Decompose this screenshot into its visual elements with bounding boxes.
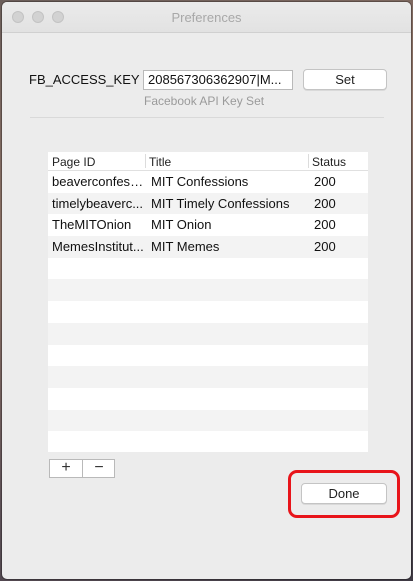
cell-title: MIT Confessions xyxy=(151,174,249,189)
cell-status: 200 xyxy=(314,174,336,189)
table-row[interactable] xyxy=(48,366,368,388)
table-row[interactable]: timelybeaverc... MIT Timely Confessions 20… xyxy=(48,192,368,215)
title-bar: Preferences xyxy=(2,2,411,33)
cell-page-id: TheMITOnion xyxy=(52,217,132,233)
cell-title: MIT Memes xyxy=(151,239,220,255)
set-button[interactable]: Set xyxy=(303,69,387,90)
cell-page-id: beaverconfess... xyxy=(52,174,144,189)
table-row[interactable] xyxy=(48,301,368,323)
table-row[interactable] xyxy=(48,322,368,345)
table-row[interactable] xyxy=(48,344,368,367)
cell-page-id: MemesInstitut... xyxy=(52,239,144,255)
cell-status: 200 xyxy=(314,195,336,211)
api-key-status: Facebook API Key Set xyxy=(144,94,265,108)
column-header-status[interactable]: Status xyxy=(312,155,346,169)
remove-row-button[interactable]: − xyxy=(83,460,115,477)
column-header-title[interactable]: Title xyxy=(149,155,171,169)
cell-page-id: timelybeaverc... xyxy=(52,195,144,211)
table-body: beaverconfess... MIT Confessions 200 timely… xyxy=(48,171,368,452)
pages-table[interactable]: Page ID Title Status beaverconfess... MIT… xyxy=(48,152,368,452)
column-separator xyxy=(145,154,146,168)
add-row-button[interactable]: + xyxy=(50,460,83,477)
table-row[interactable]: MemesInstitut... MIT Memes 200 xyxy=(48,236,368,258)
table-row[interactable] xyxy=(48,279,368,302)
divider xyxy=(30,117,384,118)
table-row[interactable] xyxy=(48,431,368,452)
add-remove-control: + − xyxy=(49,459,115,478)
access-key-field[interactable]: 208567306362907|M... xyxy=(143,70,293,90)
table-row[interactable] xyxy=(48,409,368,432)
column-separator xyxy=(308,154,309,168)
table-row[interactable]: TheMITOnion MIT Onion 200 xyxy=(48,214,368,237)
cell-status: 200 xyxy=(314,239,336,255)
table-header: Page ID Title Status xyxy=(48,152,368,171)
cell-title: MIT Onion xyxy=(151,217,212,233)
cell-status: 200 xyxy=(314,217,336,233)
access-key-label: FB_ACCESS_KEY : xyxy=(29,72,147,87)
table-row[interactable] xyxy=(48,387,368,410)
column-header-page-id[interactable]: Page ID xyxy=(52,155,95,169)
preferences-window: Preferences FB_ACCESS_KEY : 208567306362… xyxy=(2,2,411,579)
cell-title: MIT Timely Confessions xyxy=(151,195,290,211)
highlight-annotation xyxy=(288,470,400,518)
window-title: Preferences xyxy=(171,10,242,25)
table-row[interactable]: beaverconfess... MIT Confessions 200 xyxy=(48,171,368,193)
table-row[interactable] xyxy=(48,257,368,280)
